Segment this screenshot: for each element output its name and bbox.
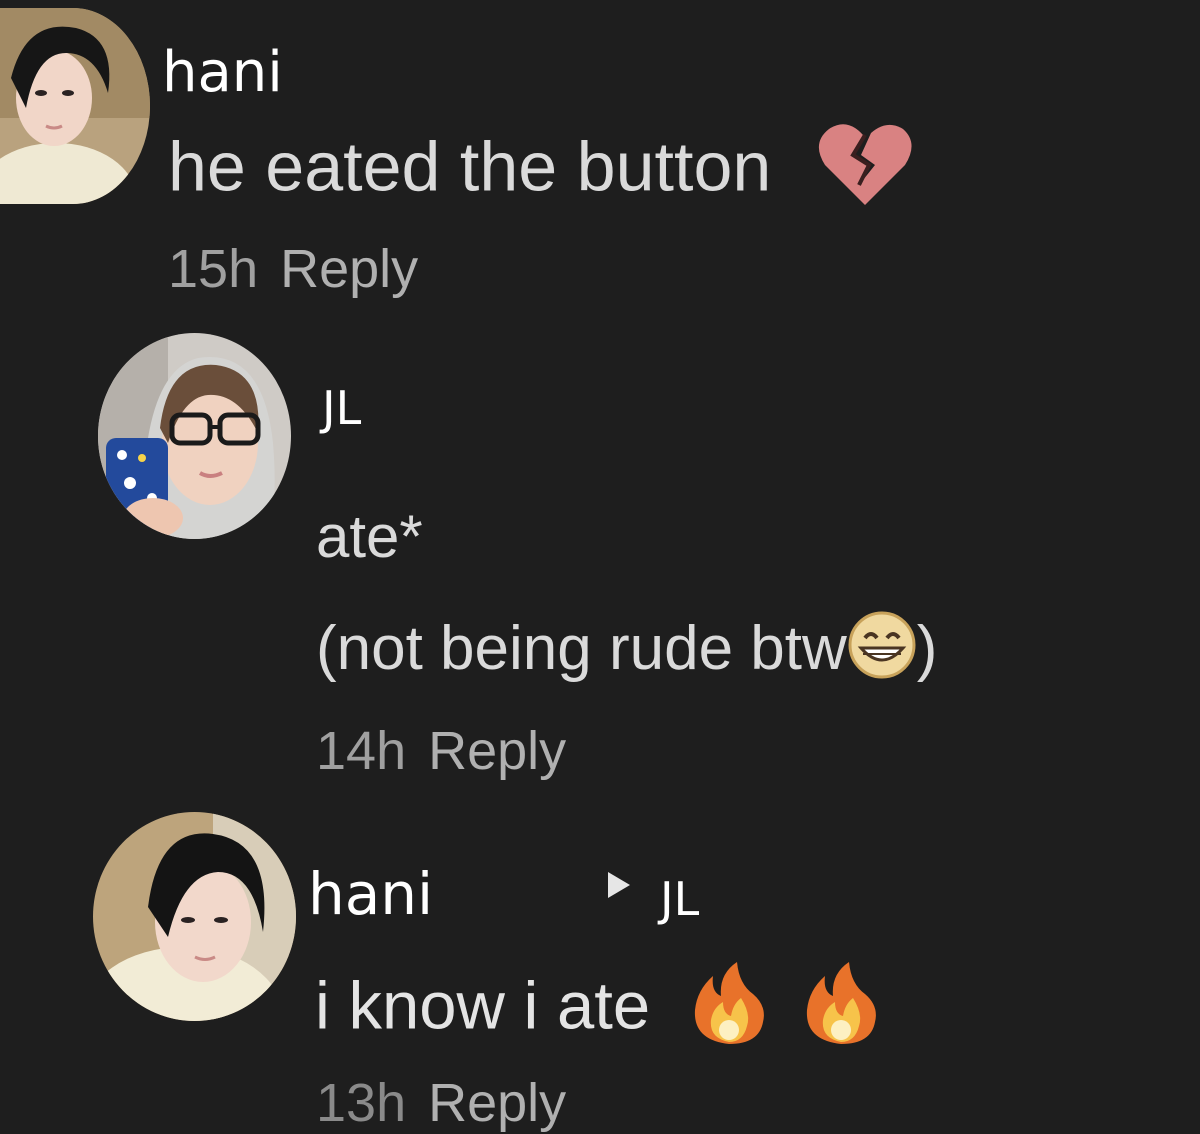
avatar-hani[interactable]: [93, 812, 296, 1021]
comment-text-line1: ate*: [316, 503, 423, 570]
comment-username[interactable]: JL: [322, 381, 361, 435]
comment-meta: 13h Reply: [316, 1072, 566, 1134]
comment-text-end: ): [916, 613, 938, 683]
comment-text: i know i ate: [315, 960, 881, 1062]
avatar-jl[interactable]: [98, 333, 291, 539]
fire-icon: [801, 960, 881, 1062]
fire-icon: [689, 960, 769, 1062]
comment-text-line2: (not being rude btw ): [316, 610, 937, 695]
comment-text-body: (not being rude btw: [316, 613, 847, 683]
comment-username[interactable]: hani: [162, 40, 283, 105]
reply-button[interactable]: Reply: [428, 1073, 566, 1133]
comment-meta: 15h Reply: [168, 238, 418, 300]
broken-heart-icon: [817, 121, 913, 223]
comment-time: 13h: [316, 1073, 407, 1133]
reply-arrow-icon: [608, 872, 630, 898]
grinning-face-icon: [847, 610, 917, 695]
comment-text: he eated the button: [168, 121, 913, 223]
comment-time: 14h: [316, 721, 407, 781]
comment-username[interactable]: hani: [308, 860, 433, 928]
comment-time: 15h: [168, 239, 259, 299]
comment-meta: 14h Reply: [316, 720, 566, 782]
reply-button[interactable]: Reply: [280, 239, 418, 299]
reply-to-username[interactable]: JL: [660, 872, 699, 926]
comment-text-body: i know i ate: [315, 968, 651, 1044]
reply-button[interactable]: Reply: [428, 721, 566, 781]
comment-text-body: he eated the button: [168, 127, 772, 206]
avatar-hani[interactable]: [0, 8, 150, 204]
